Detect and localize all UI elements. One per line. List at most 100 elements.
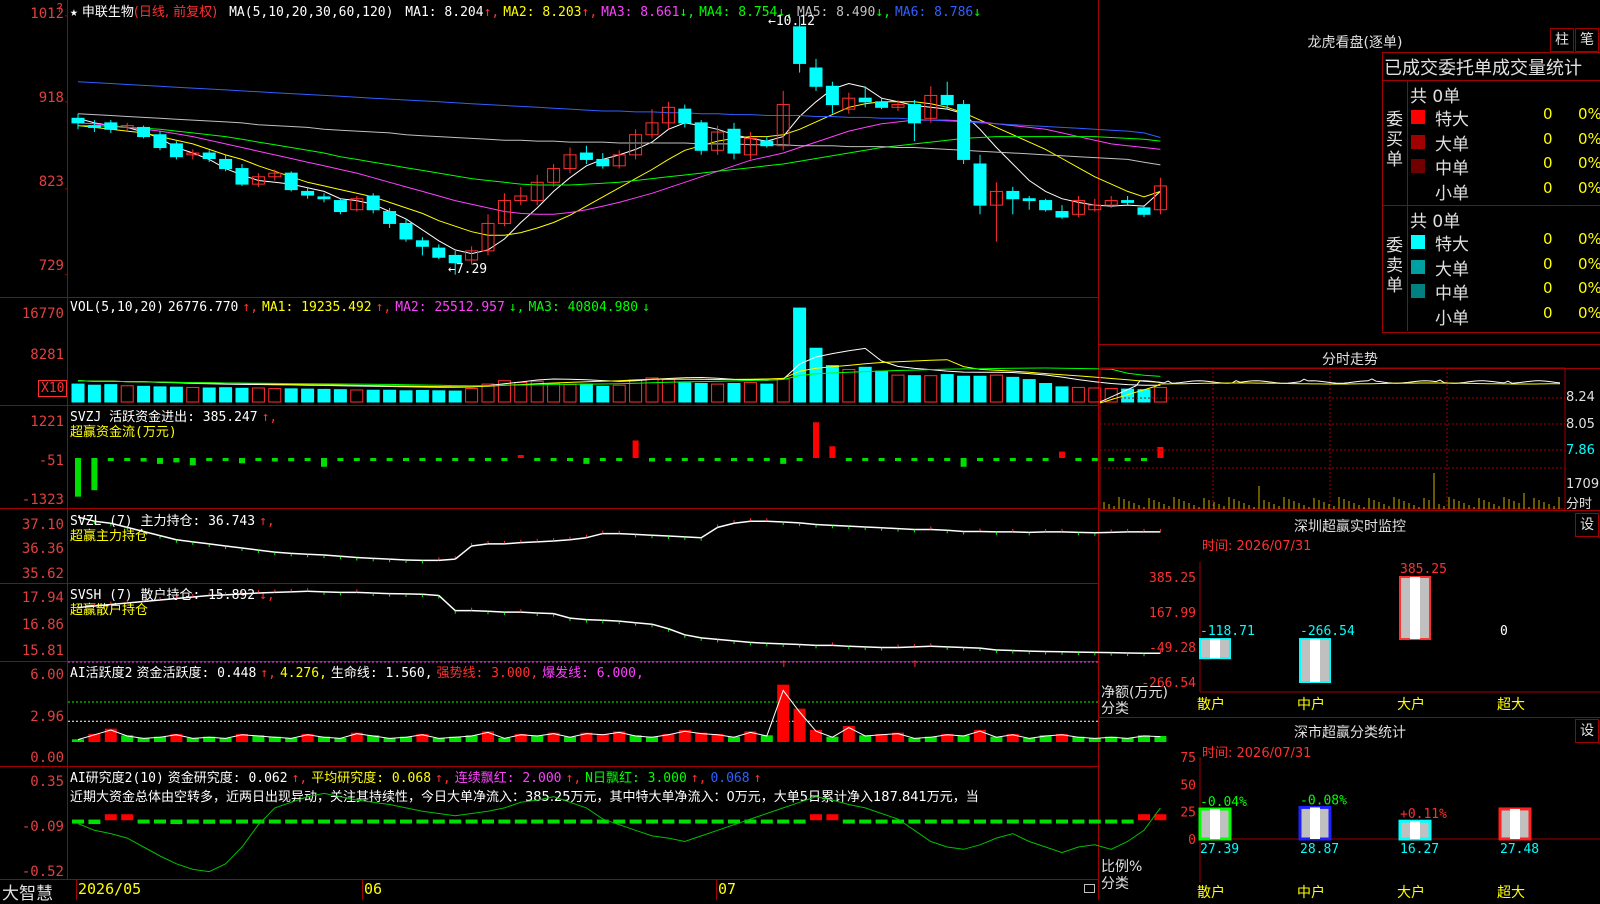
svsh-segment bbox=[767, 643, 783, 644]
svsh-segment bbox=[586, 620, 602, 621]
svzl-segment bbox=[800, 523, 816, 525]
kline-chart[interactable] bbox=[68, 0, 1098, 296]
net-bar-highlight bbox=[1310, 639, 1320, 682]
svsh-segment bbox=[931, 646, 947, 647]
volume-bar bbox=[416, 391, 428, 402]
net-category-label: 散户 bbox=[1197, 696, 1225, 713]
ai-research-chart[interactable] bbox=[68, 767, 1098, 879]
intraday-chart[interactable] bbox=[1100, 368, 1565, 510]
volume-bar bbox=[761, 384, 773, 402]
svsh-segment bbox=[734, 641, 750, 643]
order-row-name: 中单 bbox=[1435, 154, 1469, 179]
lock-icon[interactable] bbox=[1084, 884, 1095, 893]
svsh-segment bbox=[324, 592, 340, 593]
intraday-tick: 8.24 bbox=[1566, 390, 1595, 405]
svsh-segment bbox=[193, 595, 209, 597]
order-row-val: 0 bbox=[1543, 255, 1553, 273]
candle-down bbox=[88, 126, 100, 128]
order-row-val: 0 bbox=[1543, 105, 1553, 123]
svsh-segment bbox=[832, 645, 848, 646]
svzl-segment bbox=[127, 527, 143, 531]
sz-settings-button[interactable]: 设 bbox=[1575, 513, 1599, 537]
net-category-label: 大户 bbox=[1397, 696, 1425, 713]
svzl-segment bbox=[718, 523, 734, 527]
app-logo[interactable]: 大智慧 bbox=[2, 879, 53, 904]
net-bar-value: 0 bbox=[1500, 624, 1508, 639]
class-bar-highlight bbox=[1510, 809, 1520, 839]
volume-bar bbox=[466, 389, 478, 402]
order-row-val: 0 bbox=[1543, 304, 1553, 322]
research-bar bbox=[679, 820, 691, 824]
candle-down bbox=[220, 159, 232, 168]
right-panel-divider[interactable] bbox=[1098, 0, 1099, 900]
order-row-name: 中单 bbox=[1435, 279, 1469, 304]
net-amount-chart[interactable]: 385.25167.99-49.28-266.54-118.71散户-266.5… bbox=[1100, 552, 1600, 717]
activity-bar bbox=[974, 730, 986, 742]
class-bar-highlight bbox=[1410, 821, 1420, 839]
sell-group-label: 委卖单 bbox=[1386, 236, 1404, 296]
research-bar bbox=[826, 814, 838, 820]
order-row-val: 0 bbox=[1543, 279, 1553, 297]
volume-bar bbox=[236, 388, 248, 402]
volume-bar bbox=[597, 386, 609, 402]
research-bar bbox=[72, 820, 84, 824]
research-bar bbox=[1089, 820, 1101, 824]
svzj-chart[interactable] bbox=[68, 406, 1098, 508]
svzj-bar bbox=[911, 458, 917, 461]
research-bar bbox=[859, 820, 871, 824]
research-bar bbox=[105, 814, 117, 820]
class-bar-value: 27.39 bbox=[1200, 842, 1239, 857]
class-category-label: 大户 bbox=[1397, 884, 1425, 901]
class-ratio-chart[interactable]: 7550250-0.04%27.39散户-0.08%28.87中户+0.11%1… bbox=[1100, 757, 1600, 900]
svzj-bar bbox=[797, 458, 803, 461]
research-bar bbox=[285, 820, 297, 824]
volume-bar bbox=[744, 382, 756, 402]
svzl-segment bbox=[537, 541, 553, 542]
svzj-bar bbox=[1092, 458, 1098, 461]
candle-down bbox=[170, 144, 182, 157]
net-bar-value: -118.71 bbox=[1200, 624, 1255, 639]
class-category-label: 散户 bbox=[1197, 884, 1225, 901]
svsh-chart[interactable] bbox=[68, 584, 1098, 661]
class-settings-button[interactable]: 设 bbox=[1575, 719, 1599, 743]
svzl-segment bbox=[619, 534, 635, 535]
svsh-segment bbox=[652, 624, 668, 629]
svsh-segment bbox=[176, 597, 192, 599]
volume-bar bbox=[170, 387, 182, 402]
intraday-title: 分时走势 bbox=[1300, 349, 1400, 369]
candle-down bbox=[679, 109, 691, 123]
svzj-bar bbox=[633, 440, 639, 458]
class-y-tick: 50 bbox=[1180, 778, 1196, 793]
intraday-tick: 7.86 bbox=[1566, 443, 1595, 458]
candle-down bbox=[876, 102, 888, 107]
order-row-name: 大单 bbox=[1435, 130, 1469, 155]
ai-activity-chart[interactable]: ↑↑ bbox=[68, 662, 1098, 766]
svzl-segment bbox=[439, 559, 455, 560]
volume-chart[interactable] bbox=[68, 298, 1098, 405]
bar-mode-button[interactable]: 柱 bbox=[1550, 28, 1574, 52]
date-label: 2026/05 bbox=[78, 880, 141, 898]
svsh-segment bbox=[357, 592, 373, 593]
svzj-bar bbox=[1010, 458, 1016, 461]
order-header-divider bbox=[1382, 80, 1600, 81]
svzl-segment bbox=[144, 532, 160, 536]
volume-bar bbox=[384, 390, 396, 402]
candle-down bbox=[1023, 199, 1035, 201]
date-label: 07 bbox=[718, 880, 736, 898]
svzl-chart[interactable] bbox=[68, 509, 1098, 583]
svsh-segment bbox=[291, 591, 307, 592]
volume-bar bbox=[712, 384, 724, 402]
svzl-segment bbox=[357, 558, 373, 559]
vol-y-tick: 16770 bbox=[2, 306, 64, 322]
pen-mode-button[interactable]: 笔 bbox=[1575, 28, 1599, 52]
vol-unit-badge[interactable]: X10 bbox=[38, 380, 67, 397]
research-bar bbox=[498, 820, 510, 824]
order-row-name: 特大 bbox=[1435, 230, 1469, 255]
svsh-segment bbox=[947, 647, 963, 648]
research-bar bbox=[548, 820, 560, 824]
svsh-segment bbox=[865, 647, 881, 648]
refresh-marker-icon[interactable]: ? bbox=[56, 1, 63, 15]
research-bar bbox=[630, 820, 642, 824]
net-category-label: 超大 bbox=[1497, 697, 1525, 713]
research-bar bbox=[843, 820, 855, 824]
